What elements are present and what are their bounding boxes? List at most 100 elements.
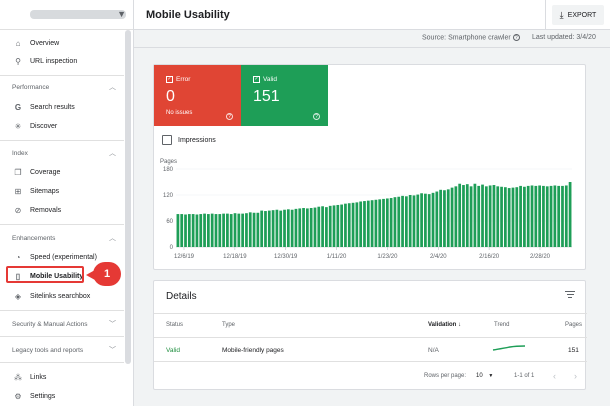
section-title: Enhancements bbox=[12, 234, 56, 242]
chart-bar bbox=[462, 185, 465, 247]
sidebar-item-sitemaps[interactable]: ⊞ Sitemaps bbox=[0, 182, 124, 200]
chevron-down-icon[interactable]: ▼ bbox=[117, 9, 126, 19]
chevron-right-icon[interactable]: › bbox=[574, 371, 577, 381]
sidebar-item-links[interactable]: ⁂ Links bbox=[0, 368, 124, 386]
chart-bar bbox=[210, 213, 214, 247]
sidebar-item-label: Sitelinks searchbox bbox=[30, 292, 91, 300]
chart-bar bbox=[286, 209, 290, 247]
chart-bar bbox=[473, 183, 477, 247]
chart-bar bbox=[195, 214, 199, 247]
chart-bar bbox=[309, 208, 313, 247]
error-label: Error bbox=[176, 76, 191, 83]
header-row-divider bbox=[154, 337, 587, 338]
chart-bar bbox=[305, 208, 309, 247]
sidebar-item-search-results[interactable]: G Search results bbox=[0, 98, 124, 116]
help-icon[interactable]: ? bbox=[512, 34, 520, 41]
chart-bar bbox=[325, 207, 328, 247]
chevron-down-icon[interactable]: ﹀ bbox=[109, 345, 116, 355]
y-tick-label: 60 bbox=[166, 219, 173, 225]
chart-bar bbox=[397, 196, 401, 247]
sidebar-item-url-inspection[interactable]: ⚲ URL inspection bbox=[0, 52, 124, 70]
sidebar-item-sitelinks-searchbox[interactable]: ◈ Sitelinks searchbox bbox=[0, 287, 124, 305]
error-tile-label: ✓ Error bbox=[166, 76, 190, 83]
chart-bar bbox=[332, 205, 336, 247]
chart-bar bbox=[180, 214, 184, 247]
chart-bar bbox=[199, 214, 203, 247]
chart-bar bbox=[549, 185, 553, 247]
y-tick-label: 120 bbox=[163, 193, 174, 199]
chart-bar bbox=[523, 186, 526, 247]
chart-bar bbox=[511, 187, 515, 247]
chart-bar bbox=[279, 210, 283, 247]
section-enhancements[interactable]: Enhancements ︿ bbox=[0, 230, 124, 246]
sitemap-icon: ⊞ bbox=[14, 186, 22, 196]
section-security-manual-actions[interactable]: Security & Manual Actions ﹀ bbox=[0, 316, 124, 332]
links-icon: ⁂ bbox=[14, 372, 22, 382]
x-tick-label: 2/16/20 bbox=[479, 254, 500, 260]
filter-icon[interactable] bbox=[565, 289, 575, 299]
details-card: Details Status Type Validation ↓ Trend P… bbox=[153, 280, 587, 390]
rows-per-page-value: 10 bbox=[476, 373, 483, 379]
chart-bar bbox=[355, 202, 359, 247]
chevron-left-icon[interactable]: ‹ bbox=[553, 371, 556, 381]
section-legacy-tools[interactable]: Legacy tools and reports ﹀ bbox=[0, 342, 124, 358]
sidebar-item-settings[interactable]: ⚙ Settings bbox=[0, 387, 124, 405]
chart-bar bbox=[385, 198, 389, 247]
chart-bar bbox=[271, 210, 275, 247]
sidebar-item-coverage[interactable]: ❐ Coverage bbox=[0, 163, 124, 181]
row-type: Mobile-friendly pages bbox=[222, 347, 284, 354]
impressions-toggle[interactable]: Impressions bbox=[162, 135, 216, 145]
valid-tile-label: ✓ Valid bbox=[253, 76, 277, 83]
rows-per-page-select[interactable]: 10 ▼ bbox=[476, 373, 493, 379]
chart-bar bbox=[404, 196, 408, 247]
section-performance[interactable]: Performance ︿ bbox=[0, 79, 124, 95]
section-index[interactable]: Index ︿ bbox=[0, 145, 124, 161]
error-tile[interactable]: ✓ Error 0 No issues ? bbox=[154, 65, 241, 126]
column-header-validation[interactable]: Validation ↓ bbox=[428, 322, 461, 328]
meta-divider bbox=[134, 47, 610, 48]
sidebar-item-label: Removals bbox=[30, 206, 62, 214]
help-icon[interactable]: ? bbox=[226, 113, 233, 120]
chart-bar bbox=[545, 186, 549, 247]
sidebar-item-discover[interactable]: ✳ Discover bbox=[0, 117, 124, 135]
diamond-icon: ◈ bbox=[14, 291, 22, 301]
checkbox-checked-icon[interactable]: ✓ bbox=[166, 76, 173, 83]
valid-tile[interactable]: ✓ Valid 151 ? bbox=[241, 65, 328, 126]
section-title: Performance bbox=[12, 83, 50, 91]
chevron-up-icon[interactable]: ︿ bbox=[109, 82, 116, 92]
row-validation: N/A bbox=[428, 347, 439, 354]
property-selector[interactable]: ▼ bbox=[0, 0, 133, 30]
chart-bar bbox=[359, 201, 363, 247]
speed-icon: ◔ bbox=[15, 252, 21, 262]
chart-bar bbox=[435, 191, 439, 247]
help-icon[interactable]: ? bbox=[313, 113, 320, 120]
x-tick-label: 12/18/19 bbox=[223, 254, 247, 260]
export-button[interactable]: ⤓ EXPORT bbox=[552, 5, 604, 25]
chart-bar bbox=[564, 185, 568, 247]
home-icon: ⌂ bbox=[15, 38, 21, 48]
chevron-up-icon[interactable]: ︿ bbox=[109, 233, 116, 243]
sidebar-scrollbar[interactable] bbox=[125, 30, 131, 364]
valid-label: Valid bbox=[263, 76, 277, 83]
chart-bar bbox=[492, 185, 496, 247]
sidebar-item-label: Search results bbox=[30, 103, 75, 111]
chart-bar bbox=[256, 212, 260, 247]
section-title: Security & Manual Actions bbox=[12, 320, 88, 328]
sidebar-item-overview[interactable]: ⌂ Overview bbox=[0, 34, 124, 52]
sidebar-item-removals[interactable]: ⊘ Removals bbox=[0, 201, 124, 219]
chart-bar bbox=[393, 197, 397, 247]
chart-bar bbox=[206, 214, 210, 247]
chevron-down-icon[interactable]: ﹀ bbox=[109, 319, 116, 329]
pages-chart: Pages 0 60 120 180 12/6/19 12/18/19 12/30/19 1/1… bbox=[160, 159, 572, 260]
x-tick-label: 12/30/19 bbox=[274, 254, 298, 260]
checkbox-checked-icon[interactable]: ✓ bbox=[253, 76, 260, 83]
column-header-trend: Trend bbox=[494, 322, 510, 328]
y-axis-title: Pages bbox=[160, 159, 177, 165]
row-status: Valid bbox=[166, 347, 180, 354]
chart-bar bbox=[488, 185, 492, 247]
chevron-up-icon[interactable]: ︿ bbox=[109, 148, 116, 158]
chart-bar bbox=[313, 207, 317, 247]
google-icon: G bbox=[14, 102, 22, 112]
impressions-checkbox[interactable] bbox=[162, 135, 172, 145]
chart-bar bbox=[336, 204, 340, 247]
